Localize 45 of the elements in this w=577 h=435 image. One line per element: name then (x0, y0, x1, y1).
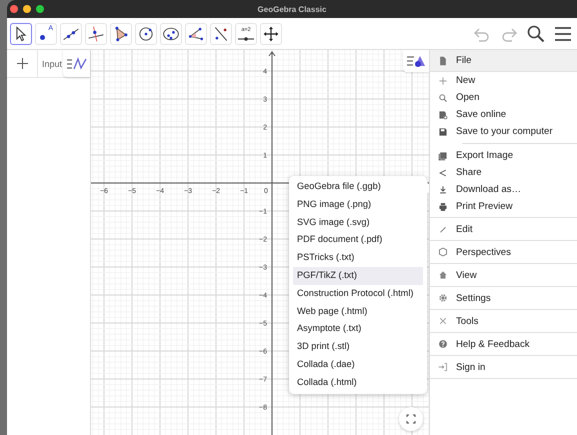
graphics-style-button[interactable] (403, 50, 429, 72)
image-icon (438, 150, 448, 160)
home-icon (438, 270, 448, 280)
function-icon (66, 56, 88, 70)
share-icon (438, 168, 448, 178)
plus-icon (438, 76, 448, 86)
zoom-window-button[interactable] (36, 5, 44, 13)
gear-icon (438, 293, 448, 303)
tool-button[interactable] (10, 22, 32, 44)
document-icon (438, 56, 448, 66)
circle-icon (137, 24, 155, 42)
help-icon (438, 339, 448, 349)
tools-icon (438, 316, 448, 326)
sign-in-icon (438, 362, 448, 372)
menu-item[interactable]: Share (430, 164, 577, 181)
menu-item[interactable]: Save online (430, 106, 577, 123)
fullscreen-button[interactable] (399, 407, 423, 431)
menu-item[interactable]: Open (430, 89, 577, 106)
pencil-icon (438, 224, 448, 234)
minimize-window-button[interactable] (23, 5, 31, 13)
slider-icon (238, 36, 254, 40)
menu-item[interactable]: New (430, 72, 577, 89)
save-cloud-icon (438, 110, 448, 120)
reflect-icon (212, 24, 230, 42)
plus-icon (16, 58, 28, 69)
printer-icon (438, 202, 448, 212)
window-title: GeoGebra Classic (258, 4, 326, 14)
menu-item[interactable]: Download as… (430, 181, 577, 198)
hexagon-icon (438, 247, 448, 257)
style-icon (406, 54, 426, 68)
close-window-button[interactable] (10, 5, 18, 13)
menu-item[interactable]: Export Image (430, 147, 577, 164)
move-graphics-icon (262, 24, 280, 42)
perpendicular-line-icon (87, 24, 105, 42)
menu-item[interactable]: PGF/TikZ (.txt) (293, 266, 423, 285)
search-icon[interactable] (526, 24, 546, 44)
menu-item[interactable]: Print Preview (430, 198, 577, 215)
menu-section[interactable]: File (430, 50, 577, 72)
input-field[interactable]: Input (38, 58, 65, 68)
point-icon (40, 34, 45, 40)
search-icon (438, 92, 448, 102)
download-icon (438, 184, 448, 194)
algebra-style-button[interactable] (63, 50, 90, 77)
fullscreen-icon (406, 414, 416, 424)
menu-item[interactable]: Save to your computer (430, 123, 577, 140)
